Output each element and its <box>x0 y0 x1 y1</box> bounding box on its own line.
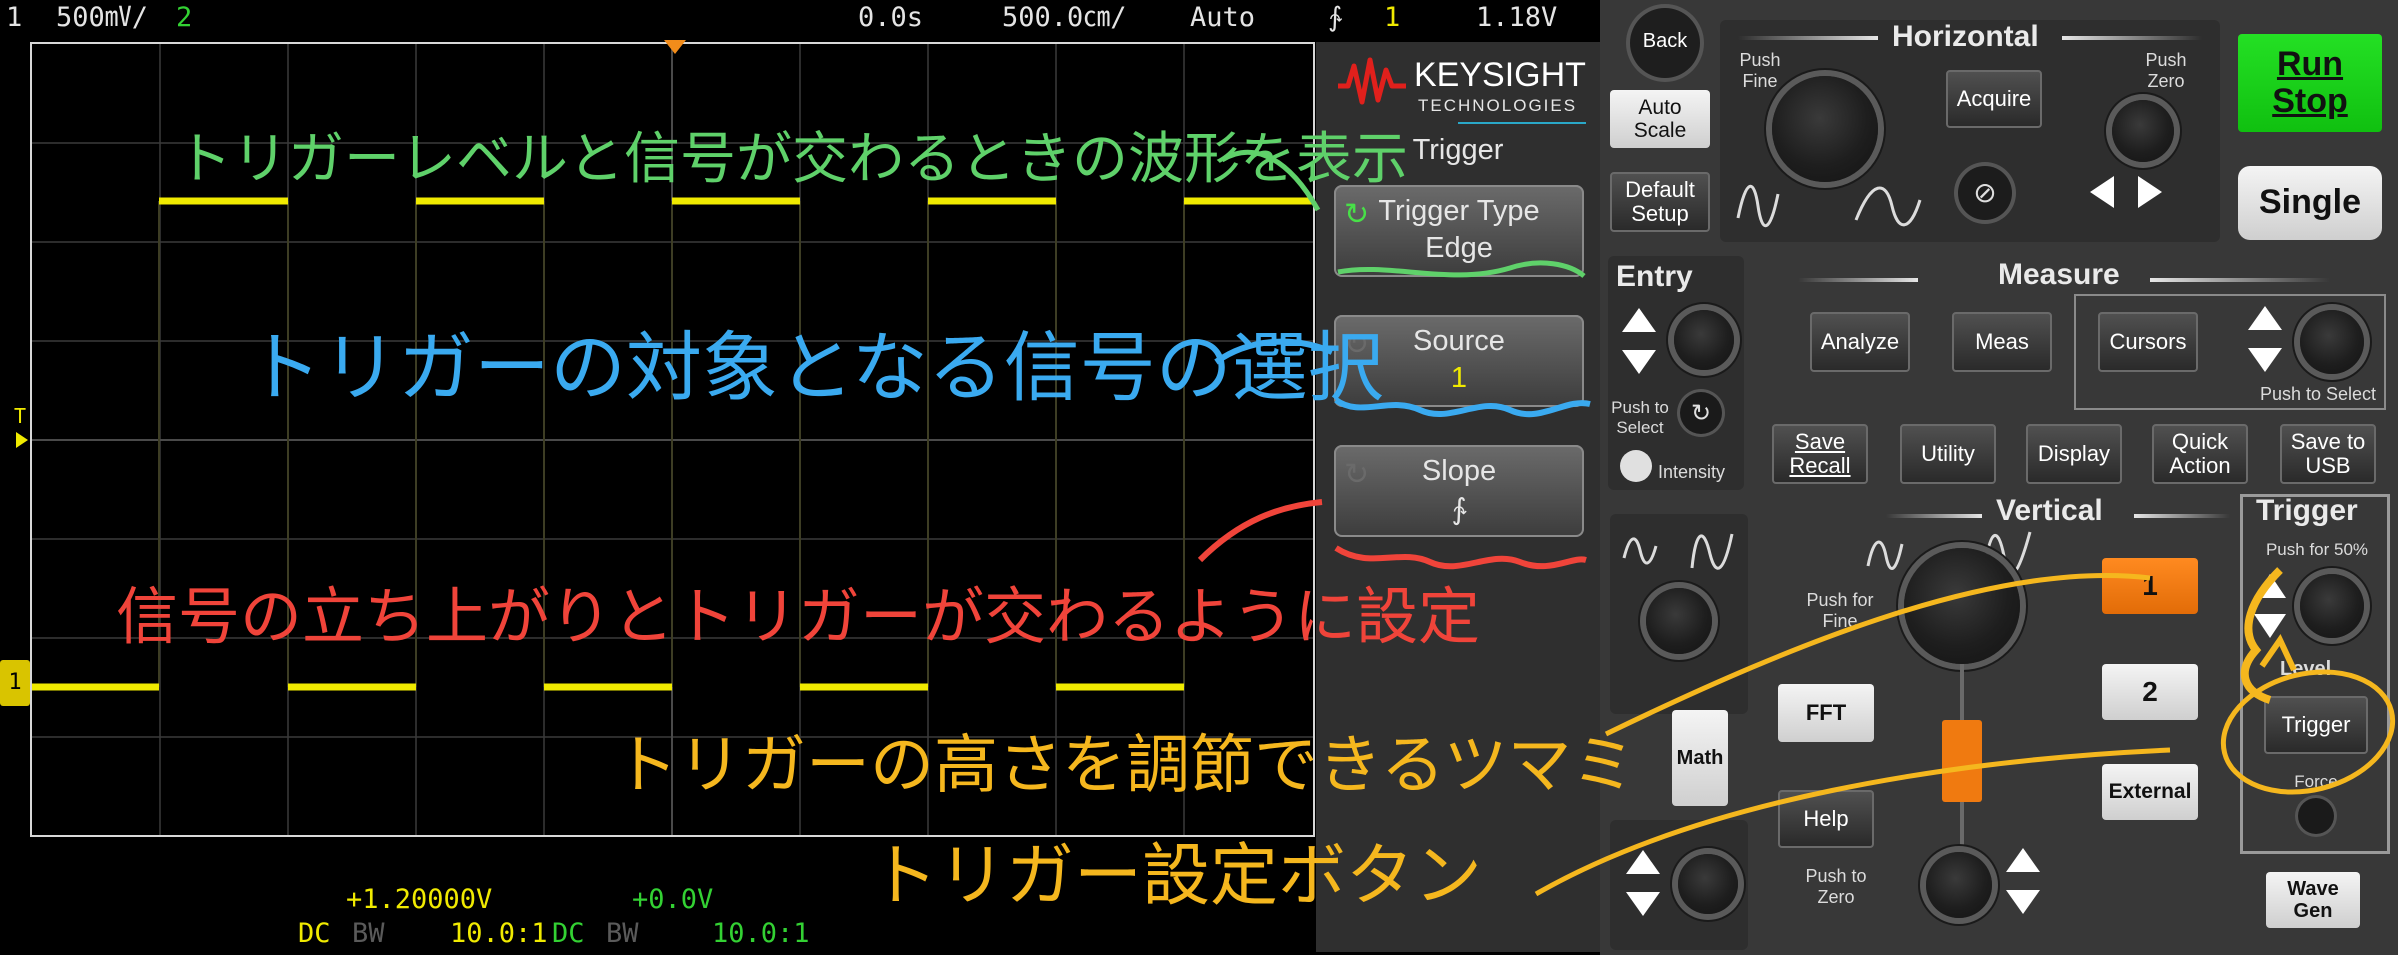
orange-pointer-knob <box>1604 573 2151 737</box>
trigger-button-circle <box>2220 669 2396 795</box>
blue-pointer <box>1214 338 1334 365</box>
annotation-strokes <box>1197 149 2396 897</box>
red-pointer <box>1197 499 1323 563</box>
orange-arrowhead <box>2259 633 2297 672</box>
orange-pointer-button <box>1534 747 2171 897</box>
red-underline <box>1334 545 1587 570</box>
green-pointer <box>1220 149 1321 212</box>
blue-underline <box>1334 397 1591 418</box>
green-underline <box>1337 260 1586 278</box>
